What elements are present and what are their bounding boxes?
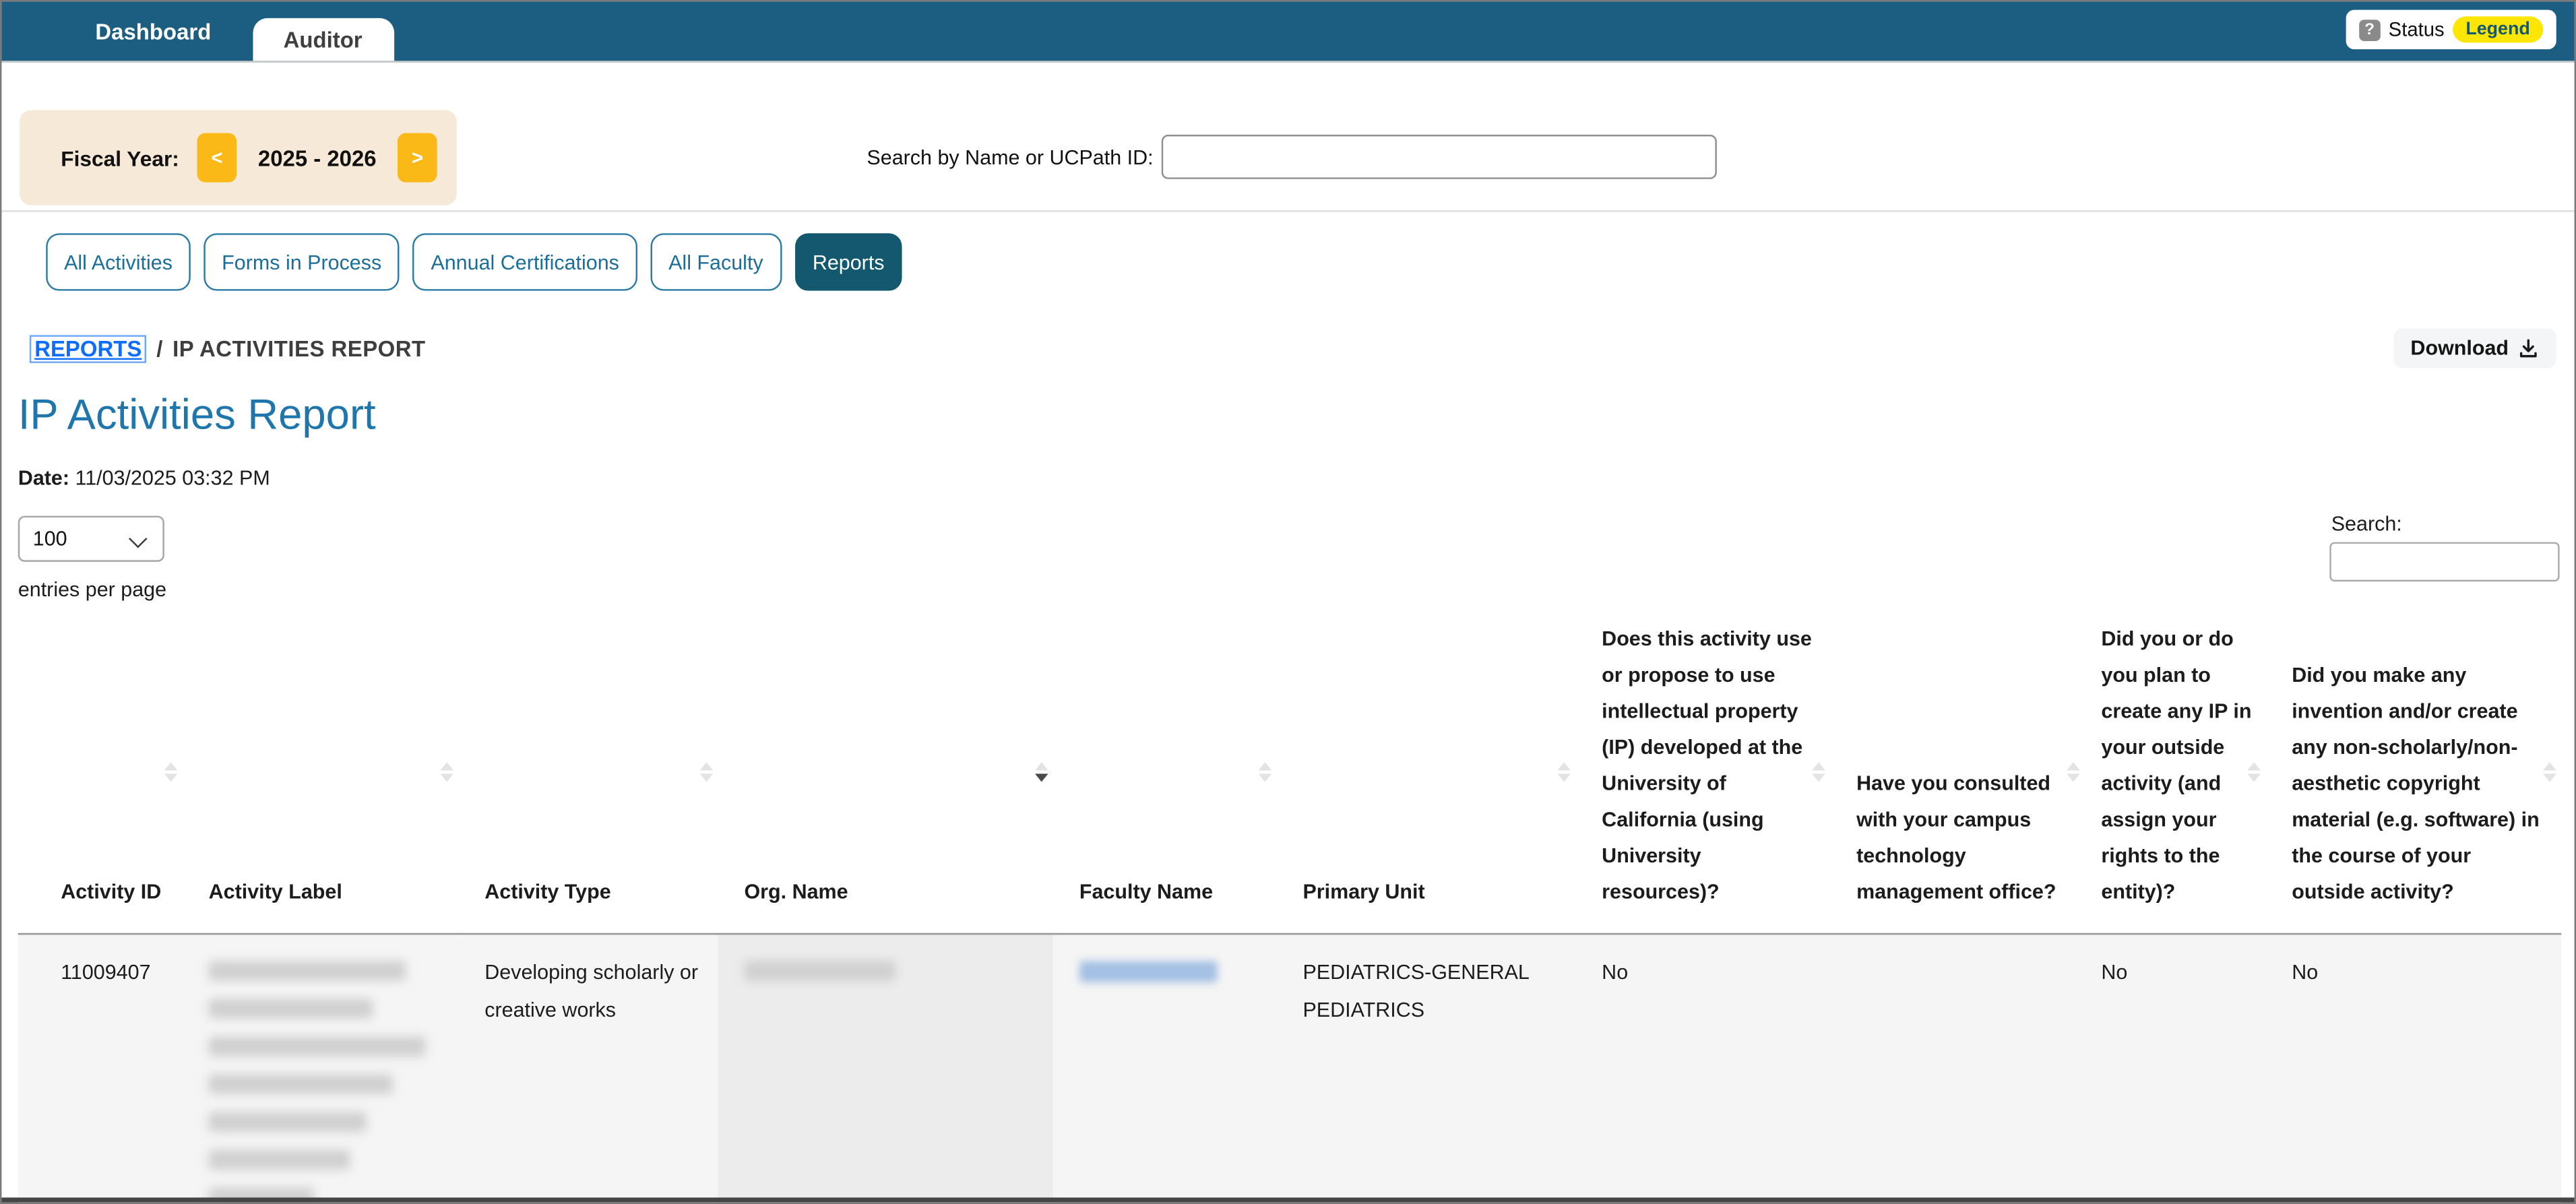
tab-auditor[interactable]: Auditor	[252, 18, 394, 61]
column-header-create-ip-outside[interactable]: Did you or do you plan to create any IP …	[2085, 611, 2265, 934]
sort-icon[interactable]	[440, 762, 453, 782]
legend-button[interactable]: Legend	[2453, 16, 2543, 42]
date-value: 11/03/2025 03:32 PM	[75, 466, 270, 489]
cell-create-ip-outside: No	[2085, 934, 2265, 1204]
table-search-label: Search:	[2331, 513, 2402, 536]
column-header-activity-type[interactable]: Activity Type	[458, 611, 718, 934]
sort-icon[interactable]	[700, 762, 714, 782]
column-header-invention-or-copyright[interactable]: Did you make any invention and/or create…	[2265, 611, 2561, 934]
table-search-input[interactable]	[2329, 542, 2559, 582]
sort-icon[interactable]	[2247, 762, 2261, 782]
window-bottom-edge	[1, 1197, 2574, 1202]
sort-icon[interactable]	[1557, 762, 1571, 782]
nav-button-reports[interactable]: Reports	[794, 233, 902, 290]
redacted-text	[209, 1150, 350, 1170]
cell-org-name-redacted	[718, 934, 1053, 1204]
cell-activity-id: 11009407	[18, 934, 183, 1204]
top-navigation-bar: Dashboard Auditor ? Status Legend	[1, 1, 2574, 62]
fiscal-year-next-button[interactable]: >	[398, 133, 437, 182]
entries-per-page-label: entries per page	[18, 578, 166, 601]
sort-icon[interactable]	[2543, 762, 2556, 782]
column-header-org-name[interactable]: Org. Name	[718, 611, 1053, 934]
global-search-label: Search by Name or UCPath ID:	[867, 146, 1153, 168]
status-legend-box: ? Status Legend	[2346, 10, 2556, 50]
status-label: Status	[2389, 18, 2445, 41]
redacted-text	[209, 1075, 393, 1094]
cell-faculty-name-redacted	[1053, 934, 1277, 1204]
report-date: Date: 11/03/2025 03:32 PM	[18, 466, 2575, 489]
redacted-text	[209, 1112, 367, 1132]
cell-primary-unit: PEDIATRICS-GENERAL PEDIATRICS	[1276, 934, 1575, 1204]
global-search: Search by Name or UCPath ID:	[867, 135, 1716, 179]
sort-icon[interactable]	[164, 762, 178, 782]
column-header-label: Did you or do you plan to create any IP …	[2101, 627, 2251, 904]
column-header-label: Activity Label	[209, 881, 342, 904]
redacted-text	[209, 1036, 426, 1056]
cell-activity-label-redacted	[183, 934, 459, 1204]
column-header-label: Org. Name	[744, 881, 848, 904]
help-icon: ?	[2359, 19, 2381, 40]
column-header-label: Have you consulted with your campus tech…	[1856, 772, 2056, 904]
sort-icon[interactable]	[1259, 762, 1272, 782]
redacted-faculty-link[interactable]	[1079, 961, 1218, 982]
download-label: Download	[2410, 337, 2509, 360]
redacted-text	[209, 999, 373, 1018]
column-header-consulted-tech-office[interactable]: Have you consulted with your campus tech…	[1830, 611, 2085, 934]
breadcrumb: REPORTS / IP ACTIVITIES REPORT Download	[30, 329, 2556, 369]
ip-activities-table: Activity ID Activity Label Activity Type…	[18, 611, 2561, 1204]
column-header-label: Did you make any invention and/or create…	[2292, 664, 2540, 904]
column-header-primary-unit[interactable]: Primary Unit	[1276, 611, 1575, 934]
fiscal-year-label: Fiscal Year:	[61, 146, 179, 170]
section-divider	[1, 210, 2574, 212]
cell-invention-or-copyright: No	[2265, 934, 2561, 1204]
date-label: Date:	[18, 466, 69, 489]
fiscal-year-bar: Fiscal Year: < 2025 - 2026 >	[20, 110, 457, 205]
global-search-input[interactable]	[1162, 135, 1717, 179]
column-header-activity-label[interactable]: Activity Label	[183, 611, 459, 934]
nav-button-forms-in-process[interactable]: Forms in Process	[203, 233, 400, 290]
fiscal-year-value: 2025 - 2026	[258, 146, 377, 170]
redacted-text	[209, 961, 406, 980]
column-header-label: Faculty Name	[1079, 881, 1213, 904]
cell-uses-university-ip: No	[1575, 934, 1830, 1204]
page-size-select[interactable]: 100	[20, 517, 162, 560]
nav-button-all-faculty[interactable]: All Faculty	[650, 233, 781, 290]
breadcrumb-current: IP ACTIVITIES REPORT	[172, 336, 426, 361]
breadcrumb-reports-link[interactable]: REPORTS	[30, 334, 147, 362]
page-size-select-wrap: 100	[18, 516, 164, 562]
breadcrumb-separator: /	[156, 336, 162, 361]
app-window: Dashboard Auditor ? Status Legend Fiscal…	[0, 0, 2576, 1204]
column-header-activity-id[interactable]: Activity ID	[18, 611, 183, 934]
report-nav-buttons: All Activities Forms in Process Annual C…	[46, 233, 2574, 290]
table-row: 11009407 Developing scholarly or creativ…	[18, 934, 2561, 1204]
download-button[interactable]: Download	[2394, 329, 2556, 369]
sort-icon[interactable]	[1812, 762, 1825, 782]
download-icon	[2517, 337, 2540, 360]
fiscal-search-row: Fiscal Year: < 2025 - 2026 > Search by N…	[1, 110, 2574, 205]
column-header-label: Activity Type	[484, 881, 610, 904]
table-header-row: Activity ID Activity Label Activity Type…	[18, 611, 2561, 934]
table-controls: 100 entries per page Search:	[1, 513, 2574, 602]
sort-desc-icon[interactable]	[1035, 762, 1048, 782]
tab-dashboard[interactable]: Dashboard	[67, 1, 239, 61]
fiscal-year-prev-button[interactable]: <	[197, 133, 237, 182]
column-header-label: Primary Unit	[1302, 881, 1424, 904]
column-header-uses-university-ip[interactable]: Does this activity use or propose to use…	[1575, 611, 1830, 934]
column-header-label: Activity ID	[61, 881, 161, 904]
nav-button-all-activities[interactable]: All Activities	[46, 233, 191, 290]
column-header-faculty-name[interactable]: Faculty Name	[1053, 611, 1277, 934]
cell-consulted-tech-office	[1830, 934, 2085, 1204]
redacted-text	[744, 961, 895, 980]
nav-button-annual-certifications[interactable]: Annual Certifications	[413, 233, 637, 290]
sort-icon[interactable]	[2067, 762, 2080, 782]
page-title: IP Activities Report	[18, 389, 2575, 441]
column-header-label: Does this activity use or propose to use…	[1602, 627, 1812, 904]
cell-activity-type: Developing scholarly or creative works	[458, 934, 718, 1204]
